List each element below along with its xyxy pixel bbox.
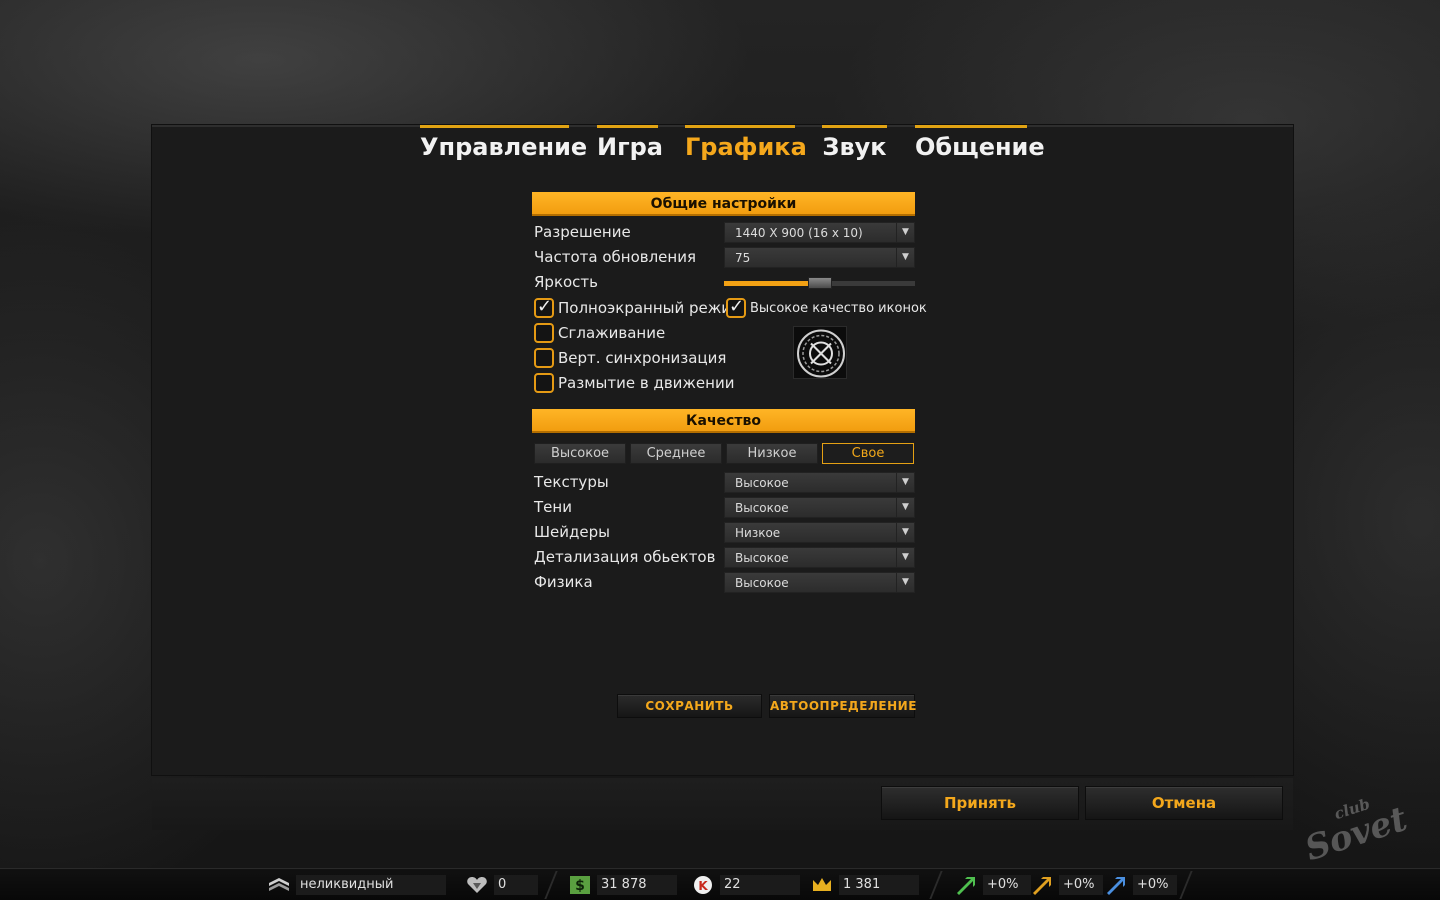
detail-value: Высокое xyxy=(735,551,789,565)
preset-custom-button[interactable]: Свое xyxy=(822,443,914,464)
crosshair-icon xyxy=(797,329,845,378)
status-money[interactable]: $ 31 878 xyxy=(569,874,677,896)
physics-value: Высокое xyxy=(735,576,789,590)
antialias-label: Сглаживание xyxy=(558,324,666,342)
shaders-value: Низкое xyxy=(735,526,781,540)
karma-value: 0 xyxy=(494,875,538,895)
general-settings-header: Общие настройки xyxy=(532,192,915,216)
arrow-up-green-icon xyxy=(957,877,975,895)
motion-blur-checkbox[interactable]: ✓ Размытие в движении xyxy=(534,373,734,393)
shadows-value: Высокое xyxy=(735,501,789,515)
vsync-checkbox[interactable]: ✓ Верт. синхронизация xyxy=(534,348,726,368)
chevron-down-icon: ▼ xyxy=(896,523,914,542)
watermark-logo: club Sovet xyxy=(1300,795,1412,869)
chevron-down-icon: ▼ xyxy=(896,573,914,592)
status-crown[interactable]: 1 381 xyxy=(811,874,919,896)
brightness-slider[interactable] xyxy=(724,277,915,289)
status-rank[interactable]: неликвидный xyxy=(268,874,446,896)
money-icon: $ xyxy=(570,876,590,894)
preset-high-button[interactable]: Высокое xyxy=(534,443,626,464)
status-separator xyxy=(544,871,558,899)
hq-icons-checkbox[interactable]: ✓ Высокое качество иконок xyxy=(726,296,927,318)
refresh-value: 75 xyxy=(735,251,751,265)
refresh-label: Частота обновления xyxy=(534,248,696,266)
arrow-up-blue-icon xyxy=(1107,877,1125,895)
shadows-select[interactable]: Высокое ▼ xyxy=(724,497,915,518)
textures-value: Высокое xyxy=(735,476,789,490)
detail-label: Детализация обьектов xyxy=(534,548,716,566)
checkbox-box: ✓ xyxy=(534,373,554,393)
tab-controls[interactable]: Управление xyxy=(420,125,587,163)
tab-sound[interactable]: Звук xyxy=(822,125,887,163)
fullscreen-checkbox[interactable]: ✓ Полноэкранный режим xyxy=(534,296,743,318)
preset-low-button[interactable]: Низкое xyxy=(726,443,818,464)
cancel-button[interactable]: Отмена xyxy=(1085,786,1283,820)
bonus-money-value: +0% xyxy=(1059,875,1103,895)
resolution-label: Разрешение xyxy=(534,223,631,241)
chevron-down-icon: ▼ xyxy=(896,498,914,517)
settings-panel xyxy=(152,125,1293,775)
k-points-icon: K xyxy=(694,876,712,894)
autodetect-button[interactable]: АВТООПРЕДЕЛЕНИЕ xyxy=(769,694,916,718)
chevron-down-icon: ▼ xyxy=(896,548,914,567)
crown-icon xyxy=(813,878,831,891)
status-bar: неликвидный 0 $ 31 878 K 22 1 381 +0% +0… xyxy=(0,868,1440,900)
checkbox-box: ✓ xyxy=(534,323,554,343)
checkmark-icon: ✓ xyxy=(729,296,745,317)
chevron-down-icon: ▼ xyxy=(896,248,914,267)
refresh-select[interactable]: 75 ▼ xyxy=(724,247,915,268)
status-separator xyxy=(1179,871,1193,899)
brightness-slider-fill xyxy=(724,281,820,286)
checkbox-box: ✓ xyxy=(534,296,554,318)
physics-label: Физика xyxy=(534,573,593,591)
textures-label: Текстуры xyxy=(534,473,609,491)
svg-text:$: $ xyxy=(575,878,585,894)
detail-select[interactable]: Высокое ▼ xyxy=(724,547,915,568)
resolution-select[interactable]: 1440 X 900 (16 x 10) ▼ xyxy=(724,222,915,243)
heart-shield-icon xyxy=(467,877,487,893)
vsync-label: Верт. синхронизация xyxy=(558,349,727,367)
tab-graphics[interactable]: Графика xyxy=(685,125,807,163)
status-bonus-exp[interactable]: +0% xyxy=(955,874,1031,896)
save-button[interactable]: СОХРАНИТЬ xyxy=(617,694,762,718)
status-separator xyxy=(929,871,943,899)
status-karma[interactable]: 0 xyxy=(466,874,538,896)
status-k-points[interactable]: K 22 xyxy=(692,874,800,896)
svg-text:K: K xyxy=(698,879,708,893)
k-points-value: 22 xyxy=(720,875,800,895)
shaders-select[interactable]: Низкое ▼ xyxy=(724,522,915,543)
hq-icons-label: Высокое качество иконок xyxy=(750,300,927,316)
fullscreen-label: Полноэкранный режим xyxy=(558,299,743,317)
rank-icon xyxy=(269,878,289,891)
status-bonus-money[interactable]: +0% xyxy=(1031,874,1103,896)
crosshair-preview[interactable] xyxy=(793,326,847,379)
arrow-up-gold-icon xyxy=(1033,877,1051,895)
shaders-label: Шейдеры xyxy=(534,523,610,541)
checkbox-box: ✓ xyxy=(726,296,746,318)
checkmark-icon: ✓ xyxy=(537,296,553,317)
chevron-down-icon: ▼ xyxy=(896,473,914,492)
rank-value: неликвидный xyxy=(296,875,446,895)
brightness-slider-thumb[interactable] xyxy=(807,277,832,289)
tab-chat[interactable]: Общение xyxy=(915,125,1045,163)
bonus-exp-value: +0% xyxy=(983,875,1031,895)
settings-tabs: Управление Игра Графика Звук Общение xyxy=(0,125,1440,165)
bonus-vip-value: +0% xyxy=(1133,875,1177,895)
textures-select[interactable]: Высокое ▼ xyxy=(724,472,915,493)
resolution-value: 1440 X 900 (16 x 10) xyxy=(735,226,863,240)
shadows-label: Тени xyxy=(534,498,572,516)
status-bonus-vip[interactable]: +0% xyxy=(1105,874,1177,896)
motion-blur-label: Размытие в движении xyxy=(558,374,735,392)
checkbox-box: ✓ xyxy=(534,348,554,368)
brightness-label: Яркость xyxy=(534,273,599,291)
accept-button[interactable]: Принять xyxy=(881,786,1079,820)
crown-value: 1 381 xyxy=(839,875,919,895)
physics-select[interactable]: Высокое ▼ xyxy=(724,572,915,593)
chevron-down-icon: ▼ xyxy=(896,223,914,242)
quality-header: Качество xyxy=(532,409,915,433)
tab-game[interactable]: Игра xyxy=(597,125,663,163)
antialias-checkbox[interactable]: ✓ Сглаживание xyxy=(534,323,665,343)
money-value: 31 878 xyxy=(597,875,677,895)
preset-medium-button[interactable]: Среднее xyxy=(630,443,722,464)
